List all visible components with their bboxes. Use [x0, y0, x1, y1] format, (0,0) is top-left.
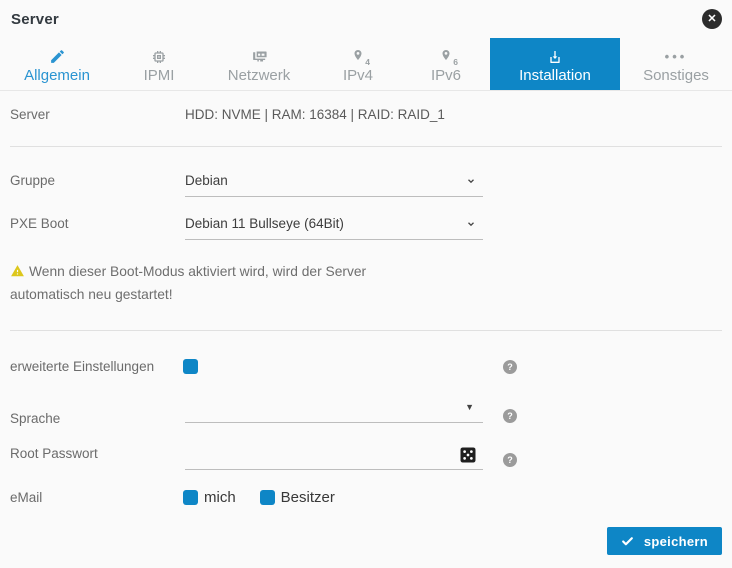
- field-label: Sprache: [10, 411, 185, 426]
- pencil-icon: [49, 47, 66, 66]
- tab-label: Allgemein: [24, 67, 90, 84]
- pin-digit: 6: [453, 57, 458, 67]
- tab-label: IPMI: [144, 67, 175, 84]
- chevron-down-icon: [466, 174, 476, 189]
- tab-label: IPv6: [431, 67, 461, 84]
- warning-triangle-icon: [10, 263, 25, 284]
- tab-label: IPv4: [343, 67, 373, 84]
- gruppe-select[interactable]: Debian: [185, 173, 483, 197]
- tab-allgemein[interactable]: Allgemein: [0, 38, 114, 90]
- field-label: erweiterte Einstellungen: [10, 359, 185, 374]
- network-card-icon: [251, 47, 268, 66]
- pin-digit: 4: [365, 57, 370, 67]
- chevron-down-icon: [466, 217, 476, 232]
- pxe-boot-selected-value: Debian 11 Bullseye (64Bit): [185, 216, 344, 231]
- download-icon: [547, 47, 563, 66]
- field-label: PXE Boot: [10, 216, 185, 231]
- row-pxe-boot: PXE Boot Debian 11 Bullseye (64Bit): [10, 216, 722, 240]
- row-gruppe: Gruppe Debian: [10, 173, 722, 197]
- warning-text: Wenn dieser Boot-Modus aktiviert wird, w…: [10, 264, 366, 302]
- pxe-boot-select[interactable]: Debian 11 Bullseye (64Bit): [185, 216, 483, 240]
- checkbox-label: Besitzer: [281, 489, 335, 506]
- tab-label: Sonstiges: [643, 67, 709, 84]
- erweiterte-einstellungen-checkbox[interactable]: [183, 359, 198, 374]
- email-mich-checkbox[interactable]: [183, 490, 198, 505]
- tab-ipv4[interactable]: 4 IPv4: [314, 38, 402, 90]
- dialog-title: Server: [11, 11, 722, 28]
- sprache-select[interactable]: ▼: [185, 399, 483, 423]
- field-label: eMail: [10, 490, 185, 505]
- question-mark: ?: [507, 455, 513, 465]
- help-icon[interactable]: ?: [503, 360, 517, 374]
- save-button[interactable]: speichern: [607, 527, 722, 555]
- row-sprache: Sprache ▼ ?: [10, 399, 722, 426]
- tab-ipmi[interactable]: IPMI: [114, 38, 204, 90]
- tab-ipv6[interactable]: 6 IPv6: [402, 38, 490, 90]
- email-besitzer-checkbox[interactable]: [260, 490, 275, 505]
- map-pin-icon: 4: [352, 47, 364, 66]
- help-icon[interactable]: ?: [503, 409, 517, 423]
- tab-panel-installation: Server HDD: NVME | RAM: 16384 | RAID: RA…: [0, 91, 732, 506]
- dropdown-triangle-icon: ▼: [465, 402, 474, 412]
- divider: [10, 330, 722, 331]
- dialog-header: Server ✕: [0, 0, 732, 38]
- checkbox-label: mich: [204, 489, 236, 506]
- save-button-label: speichern: [644, 534, 708, 549]
- map-pin-icon: 6: [440, 47, 452, 66]
- check-icon: [621, 535, 634, 548]
- field-label: Server: [10, 107, 185, 122]
- dice-generate-password-icon[interactable]: [459, 446, 477, 464]
- server-specs-value: HDD: NVME | RAM: 16384 | RAID: RAID_1: [185, 107, 445, 122]
- question-mark: ?: [507, 411, 513, 421]
- row-server: Server HDD: NVME | RAM: 16384 | RAID: RA…: [10, 91, 722, 146]
- close-button[interactable]: ✕: [702, 9, 722, 29]
- tab-label: Installation: [519, 67, 591, 84]
- tab-bar: Allgemein IPMI Netzwerk 4 IPv4 6 IPv6: [0, 38, 732, 91]
- question-mark: ?: [507, 362, 513, 372]
- divider: [10, 146, 722, 147]
- tab-sonstiges[interactable]: ••• Sonstiges: [620, 38, 732, 90]
- field-label: Gruppe: [10, 173, 185, 188]
- tab-netzwerk[interactable]: Netzwerk: [204, 38, 314, 90]
- field-label: Root Passwort: [10, 446, 185, 461]
- reboot-warning: Wenn dieser Boot-Modus aktiviert wird, w…: [10, 261, 432, 305]
- ellipsis-icon: •••: [665, 47, 688, 66]
- close-icon: ✕: [707, 14, 716, 25]
- row-erweiterte-einstellungen: erweiterte Einstellungen ?: [10, 359, 722, 374]
- chip-icon: [151, 47, 167, 66]
- gruppe-selected-value: Debian: [185, 173, 228, 188]
- row-root-passwort: Root Passwort ?: [10, 445, 722, 470]
- tab-label: Netzwerk: [228, 67, 291, 84]
- help-icon[interactable]: ?: [503, 453, 517, 467]
- tab-installation[interactable]: Installation: [490, 38, 620, 90]
- row-email: eMail mich Besitzer: [10, 489, 722, 506]
- root-password-input[interactable]: [185, 446, 483, 470]
